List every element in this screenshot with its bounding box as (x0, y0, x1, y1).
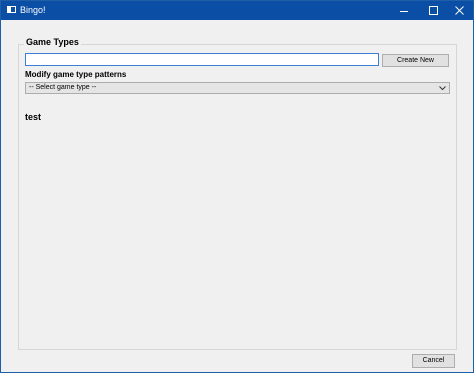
minimize-icon (400, 11, 408, 12)
close-button[interactable] (445, 1, 473, 20)
app-window: Bingo! Game Types Create New Modify game… (0, 0, 474, 373)
game-types-heading: Game Types (24, 37, 81, 47)
app-icon (7, 6, 16, 13)
title-bar[interactable]: Bingo! (1, 1, 473, 20)
game-type-name-input[interactable] (25, 53, 379, 66)
game-type-select-value: -- Select game type -- (29, 84, 97, 91)
test-heading: test (25, 112, 42, 122)
minimize-button[interactable] (390, 1, 418, 20)
chevron-down-icon (438, 84, 446, 92)
create-new-button[interactable]: Create New (382, 54, 449, 67)
close-icon (454, 6, 464, 15)
window-title: Bingo! (20, 5, 46, 15)
game-type-select[interactable]: -- Select game type -- (25, 82, 450, 94)
cancel-button[interactable]: Cancel (412, 354, 455, 368)
modify-patterns-label: Modify game type patterns (25, 70, 127, 79)
maximize-icon (428, 6, 438, 15)
maximize-button[interactable] (419, 1, 447, 20)
